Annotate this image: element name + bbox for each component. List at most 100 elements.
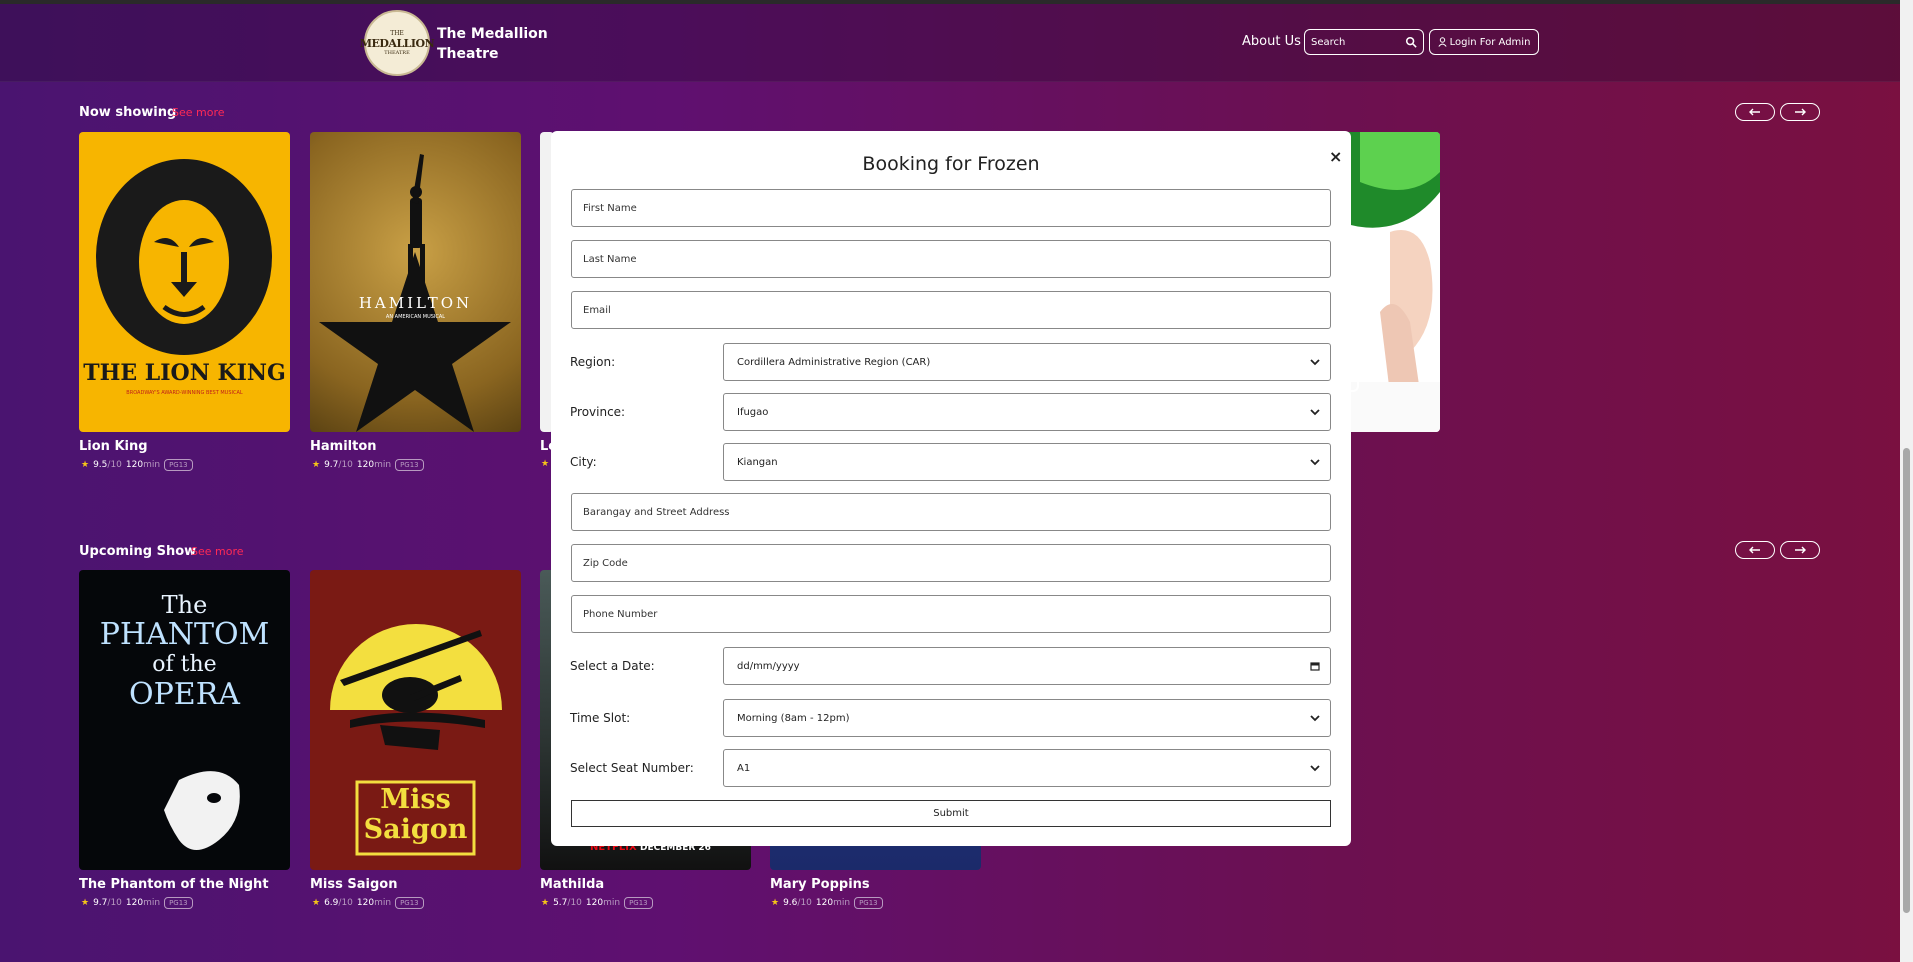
- site-header: THE MEDALLION THEATRE The Medallion Thea…: [0, 4, 1900, 82]
- city-select[interactable]: Kiangan: [723, 443, 1331, 481]
- date-value: dd/mm/yyyy: [737, 660, 800, 672]
- brand-name[interactable]: The Medallion Theatre: [437, 24, 557, 64]
- street-address-input[interactable]: [571, 493, 1331, 531]
- submit-button[interactable]: Submit: [571, 800, 1331, 827]
- logo-line-1: THE: [390, 30, 404, 37]
- card-meta-lion-king: ★ 9.5/10 120min PG13: [81, 459, 193, 471]
- province-select[interactable]: Ifugao: [723, 393, 1331, 431]
- user-icon: [1437, 37, 1447, 47]
- seat-number-value: A1: [737, 762, 751, 774]
- province-label: Province:: [570, 405, 626, 419]
- city-value: Kiangan: [737, 456, 778, 468]
- star-icon: ★: [81, 460, 90, 470]
- poster-phantom[interactable]: The PHANTOM of the OPERA: [79, 570, 290, 870]
- miss-saigon-poster-line-1: Miss: [380, 784, 451, 815]
- email-input[interactable]: [571, 291, 1331, 329]
- logo-line-2: MEDALLION: [359, 37, 435, 50]
- phantom-mask-icon: [164, 771, 240, 850]
- now-showing-prev-button[interactable]: [1735, 103, 1775, 121]
- date-label: Select a Date:: [570, 659, 655, 673]
- upcoming-see-more-link[interactable]: See more: [191, 545, 244, 558]
- search-icon[interactable]: [1405, 35, 1417, 49]
- hamilton-artwork: [319, 154, 511, 432]
- hamilton-poster-subtitle: AN AMERICAN MUSICAL: [385, 314, 446, 320]
- phone-number-input[interactable]: [571, 595, 1331, 633]
- theatre-logo[interactable]: THE MEDALLION THEATRE: [360, 10, 435, 76]
- now-showing-next-button[interactable]: [1780, 103, 1820, 121]
- card-meta-hamilton: ★ 9.7/10 120min PG13: [312, 459, 424, 471]
- arrow-left-icon: [1749, 108, 1760, 116]
- card-title-hamilton[interactable]: Hamilton: [310, 439, 377, 454]
- arrow-right-icon: [1795, 108, 1806, 116]
- login-admin-button[interactable]: Login For Admin: [1429, 29, 1539, 55]
- time-slot-value: Morning (8am - 12pm): [737, 712, 850, 724]
- lion-king-artwork: [96, 159, 272, 355]
- now-showing-title: Now showing: [79, 105, 177, 120]
- card-meta-phantom: ★ 9.7/10 120min PG13: [81, 897, 193, 909]
- lion-king-poster-title: THE LION KING: [83, 360, 286, 386]
- search-box: [1304, 29, 1424, 55]
- now-showing-see-more-link[interactable]: See more: [172, 106, 225, 119]
- date-picker[interactable]: dd/mm/yyyy: [723, 647, 1331, 685]
- hamilton-poster-title: HAMILTON: [358, 294, 473, 312]
- lion-king-poster-subtitle: BROADWAY'S AWARD-WINNING BEST MUSICAL: [126, 390, 243, 396]
- star-icon: ★: [312, 460, 321, 470]
- card-title-miss-saigon[interactable]: Miss Saigon: [310, 877, 397, 892]
- card-meta-miss-saigon: ★ 6.9/10 120min PG13: [312, 897, 424, 909]
- chevron-down-icon: [1310, 358, 1320, 365]
- rating-badge: PG13: [395, 459, 424, 471]
- star-icon: ★: [312, 898, 321, 908]
- rating-badge: PG13: [624, 897, 653, 909]
- star-icon: ★: [541, 459, 550, 469]
- booking-modal: Booking for Frozen × Region: Cordillera …: [551, 131, 1351, 846]
- star-icon: ★: [771, 898, 780, 908]
- card-title-mary-poppins[interactable]: Mary Poppins: [770, 877, 870, 892]
- last-name-input[interactable]: [571, 240, 1331, 278]
- close-icon[interactable]: ×: [1329, 147, 1342, 166]
- calendar-icon[interactable]: [1310, 661, 1320, 671]
- time-slot-select[interactable]: Morning (8am - 12pm): [723, 699, 1331, 737]
- star-icon: ★: [541, 898, 550, 908]
- card-title-lion-king[interactable]: Lion King: [79, 439, 148, 454]
- chevron-down-icon: [1310, 764, 1320, 771]
- zip-code-input[interactable]: [571, 544, 1331, 582]
- modal-title: Booking for Frozen: [862, 153, 1040, 175]
- region-label: Region:: [570, 355, 616, 369]
- card-meta-mathilda: ★ 5.7/10 120min PG13: [541, 897, 653, 909]
- chevron-down-icon: [1310, 408, 1320, 415]
- poster-miss-saigon[interactable]: Miss Saigon: [310, 570, 521, 870]
- card-title-mathilda[interactable]: Mathilda: [540, 877, 604, 892]
- chevron-down-icon: [1310, 458, 1320, 465]
- about-us-link[interactable]: About Us: [1242, 34, 1301, 49]
- search-input[interactable]: [1311, 36, 1405, 48]
- login-admin-label: Login For Admin: [1449, 36, 1531, 48]
- arrow-right-icon: [1795, 546, 1806, 554]
- logo-line-3: THEATRE: [384, 50, 410, 56]
- rating-badge: PG13: [395, 897, 424, 909]
- seat-number-select[interactable]: A1: [723, 749, 1331, 787]
- arrow-left-icon: [1749, 546, 1760, 554]
- upcoming-next-button[interactable]: [1780, 541, 1820, 559]
- poster-lion-king[interactable]: THE LION KING BROADWAY'S AWARD-WINNING B…: [79, 132, 290, 432]
- scrollbar-thumb[interactable]: [1903, 448, 1910, 913]
- province-value: Ifugao: [737, 406, 769, 418]
- hidden-card-edge: [1351, 352, 1359, 392]
- rating-badge: PG13: [854, 897, 883, 909]
- seat-number-label: Select Seat Number:: [570, 761, 694, 775]
- first-name-input[interactable]: [571, 189, 1331, 227]
- upcoming-show-title: Upcoming Show: [79, 544, 197, 559]
- poster-hamilton[interactable]: HAMILTON AN AMERICAN MUSICAL: [310, 132, 521, 432]
- rating-badge: PG13: [164, 897, 193, 909]
- miss-saigon-poster-line-2: Saigon: [363, 814, 468, 845]
- upcoming-prev-button[interactable]: [1735, 541, 1775, 559]
- time-slot-label: Time Slot:: [570, 711, 631, 725]
- card-meta-mary-poppins: ★ 9.6/10 120min PG13: [771, 897, 883, 909]
- card-meta-partial: ★: [541, 459, 549, 469]
- region-select[interactable]: Cordillera Administrative Region (CAR): [723, 343, 1331, 381]
- card-title-phantom[interactable]: The Phantom of the Night: [79, 877, 269, 892]
- city-label: City:: [570, 455, 597, 469]
- chevron-down-icon: [1310, 714, 1320, 721]
- rating-badge: PG13: [164, 459, 193, 471]
- region-value: Cordillera Administrative Region (CAR): [737, 356, 931, 368]
- star-icon: ★: [81, 898, 90, 908]
